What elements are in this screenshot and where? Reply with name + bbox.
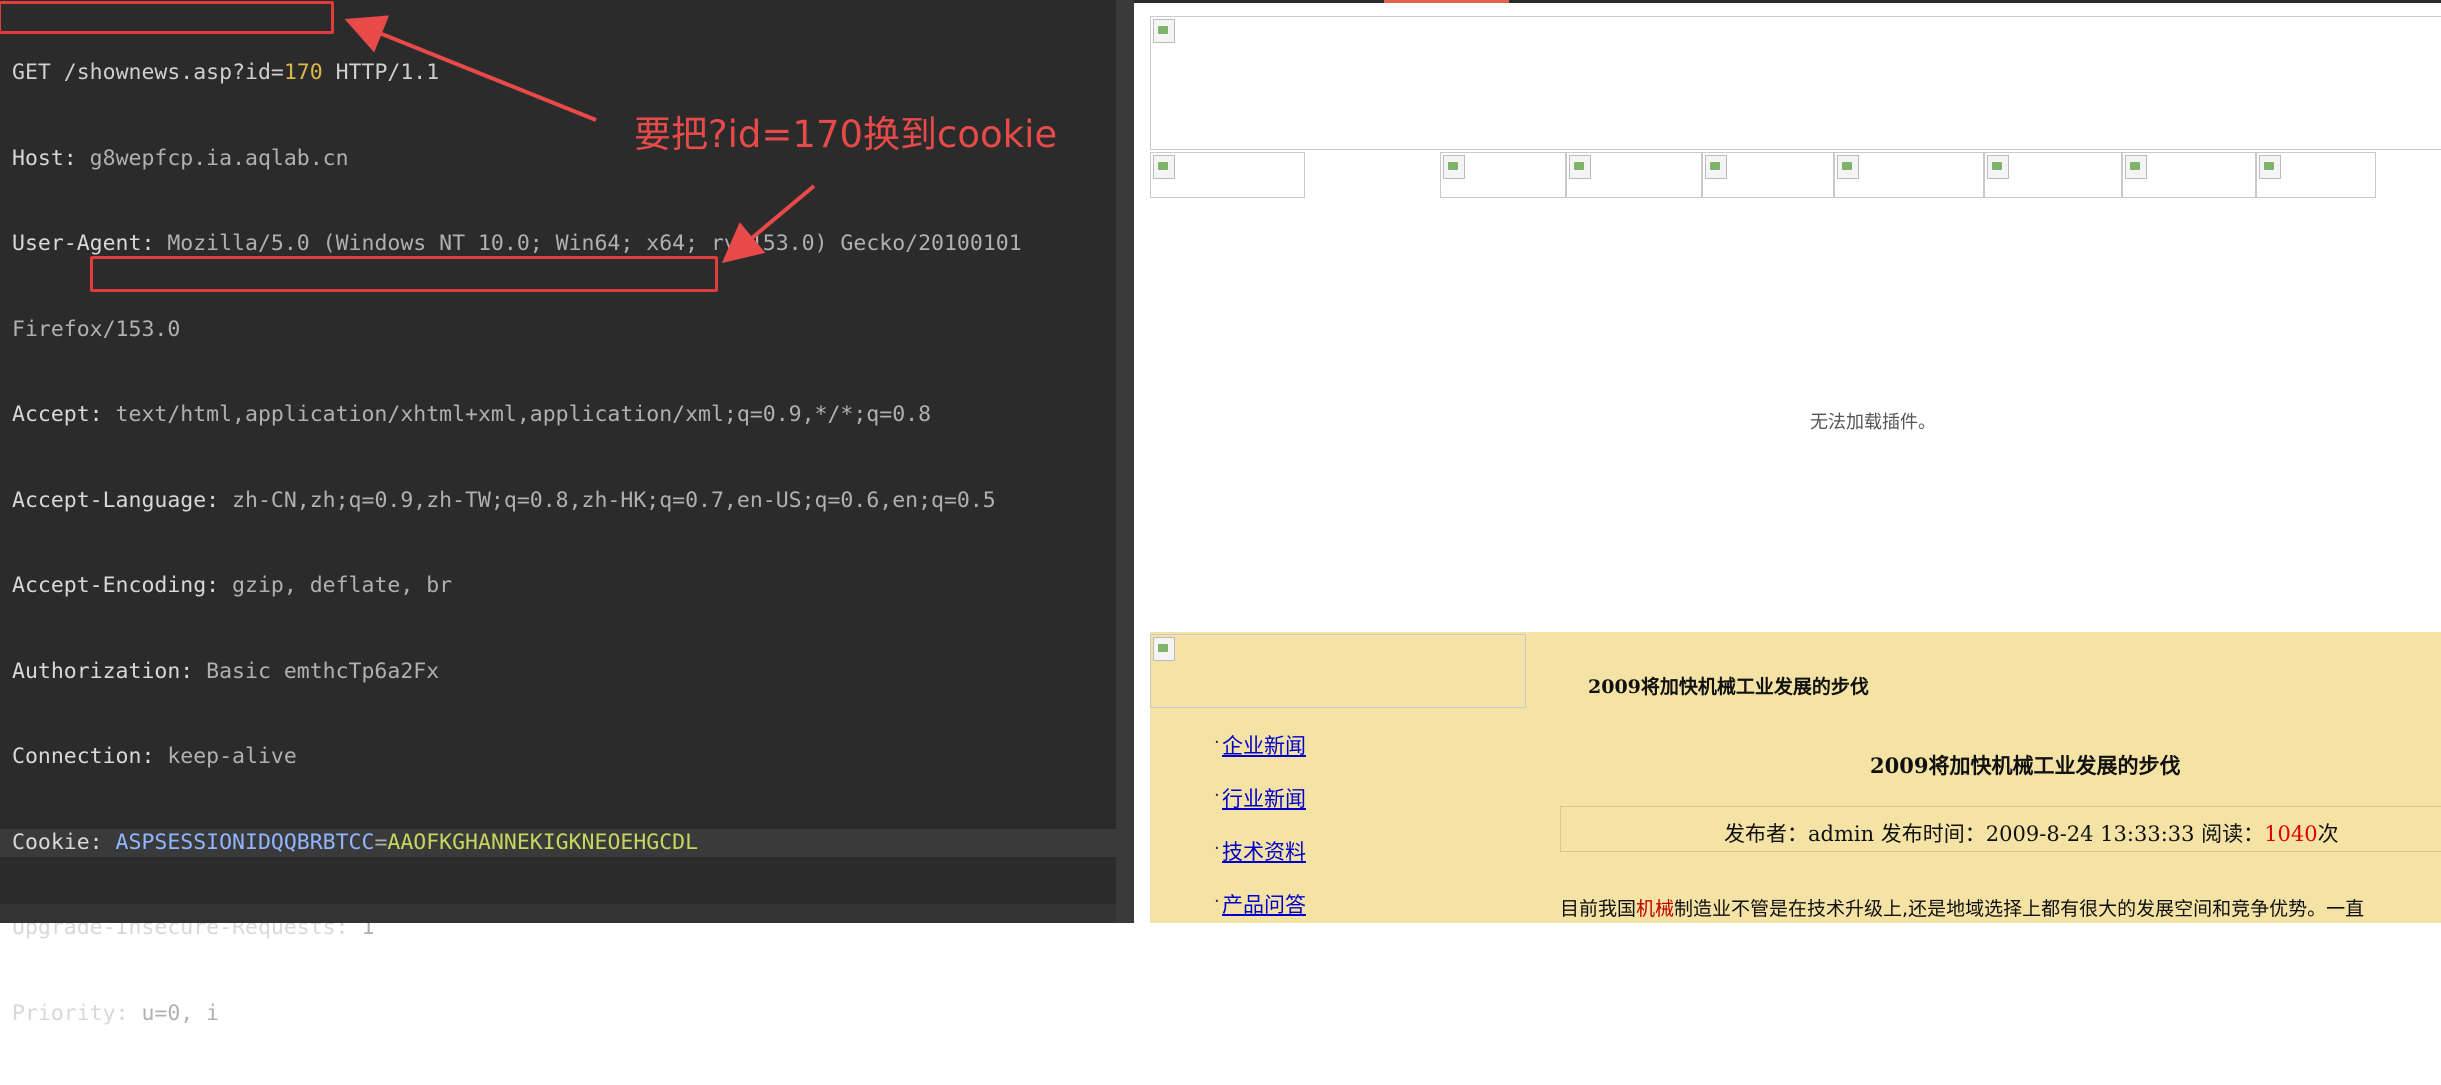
broken-image-icon bbox=[2125, 155, 2147, 179]
sidebar-link-product-qa[interactable]: 产品问答 bbox=[1222, 889, 1306, 919]
nav-image-4[interactable] bbox=[1702, 152, 1834, 198]
nav-image-5[interactable] bbox=[1834, 152, 1984, 198]
broken-image-icon bbox=[1153, 637, 1175, 661]
nav-image-1[interactable] bbox=[1150, 152, 1305, 198]
bullet-icon: · bbox=[1214, 732, 1220, 753]
arrow-to-request-line bbox=[344, 15, 597, 122]
active-tab-indicator bbox=[1384, 0, 1509, 3]
sidebar-link-company-news[interactable]: 企业新闻 bbox=[1222, 730, 1306, 760]
read-count: 1040 bbox=[2264, 822, 2318, 846]
header-banner-image bbox=[1150, 16, 2441, 150]
broken-image-icon bbox=[1705, 155, 1727, 179]
content-area: · 企业新闻 · 行业新闻 · 技术资料 · 产品问答 2009将加快机械工业发… bbox=[1150, 632, 2441, 923]
broken-image-icon bbox=[2259, 155, 2281, 179]
broken-image-icon bbox=[1153, 155, 1175, 179]
arrow-to-cookie bbox=[721, 184, 816, 264]
nav-image-6[interactable] bbox=[1984, 152, 2122, 198]
nav-image-7[interactable] bbox=[2122, 152, 2256, 198]
section-heading: 2009将加快机械工业发展的步伐 bbox=[1588, 676, 1869, 698]
article-title: 2009将加快机械工业发展的步伐 bbox=[1870, 753, 2181, 778]
bullet-icon: · bbox=[1214, 838, 1220, 859]
nav-image-3[interactable] bbox=[1566, 152, 1702, 198]
browser-render-panel: 无法加载插件。 · 企业新闻 · 行业新闻 · 技术资料 · 产品问答 2009… bbox=[1134, 0, 2441, 923]
sidebar-link-tech-docs[interactable]: 技术资料 bbox=[1222, 836, 1306, 866]
sidebar-link-industry-news[interactable]: 行业新闻 bbox=[1222, 783, 1306, 813]
sidebar-header-image bbox=[1150, 634, 1526, 708]
top-tab-bar bbox=[1134, 0, 2441, 3]
broken-image-icon bbox=[1837, 155, 1859, 179]
broken-image-icon bbox=[1987, 155, 2009, 179]
nav-image-2[interactable] bbox=[1440, 152, 1566, 198]
bullet-icon: · bbox=[1214, 891, 1220, 912]
bullet-icon: · bbox=[1214, 785, 1220, 806]
header-priority[interactable]: Priority: u=0, i bbox=[0, 1000, 1116, 1029]
article-body: 目前我国机械制造业不管是在技术升级上,还是地域选择上都有很大的发展空间和竞争优势… bbox=[1560, 898, 2365, 920]
broken-image-icon bbox=[1443, 155, 1465, 179]
plugin-missing-message: 无法加载插件。 bbox=[1810, 412, 1936, 433]
broken-image-icon bbox=[1569, 155, 1591, 179]
broken-image-icon bbox=[1153, 19, 1175, 43]
keyword-link[interactable]: 机械 bbox=[1636, 898, 1674, 920]
annotation-text: 要把?id=170换到cookie bbox=[634, 113, 1058, 156]
article-meta: 发布者：admin 发布时间：2009-8-24 13:33:33 阅读：104… bbox=[1724, 822, 2339, 846]
nav-image-8[interactable] bbox=[2256, 152, 2376, 198]
